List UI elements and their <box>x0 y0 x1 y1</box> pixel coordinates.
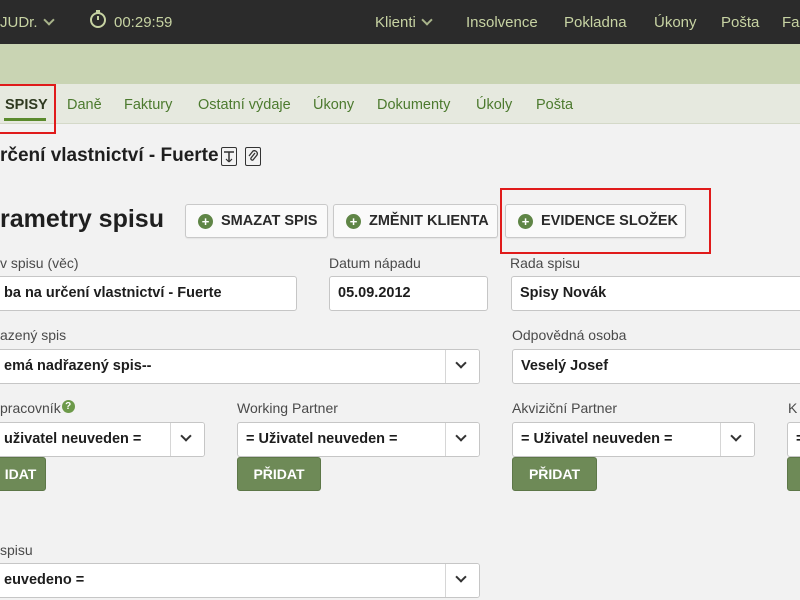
user-menu[interactable]: JUDr. <box>0 14 55 31</box>
nav-posta[interactable]: Pošta <box>721 14 759 31</box>
add-collaborator-button[interactable]: IDAT <box>0 457 46 491</box>
tab-bar: SPISY Daně Faktury Ostatní výdaje Úkony … <box>0 84 800 124</box>
dropdown-toggle[interactable] <box>720 423 754 456</box>
nav-klienti[interactable]: Klienti <box>375 14 433 31</box>
case-status-value: euvedeno = <box>4 572 85 588</box>
plus-icon: + <box>346 213 361 229</box>
add-acquisition-partner-button[interactable]: PŘIDAT <box>512 457 597 491</box>
change-client-button[interactable]: + ZMĚNIT KLIENTA <box>333 204 498 238</box>
responsible-person-input[interactable]: Veselý Josef <box>512 349 800 384</box>
change-client-label: ZMĚNIT KLIENTA <box>369 213 489 229</box>
tab-ukoly[interactable]: Úkoly <box>476 97 512 113</box>
dropdown-toggle[interactable] <box>445 564 479 597</box>
nav-klienti-label: Klienti <box>375 14 416 31</box>
delete-case-button[interactable]: + SMAZAT SPIS <box>185 204 328 238</box>
tab-faktury[interactable]: Faktury <box>124 97 172 113</box>
k-field-label: K <box>788 400 798 416</box>
dropdown-toggle[interactable] <box>445 423 479 456</box>
parent-case-label: azený spis <box>0 327 67 343</box>
tab-posta[interactable]: Pošta <box>536 97 573 113</box>
highlight-box-evidence <box>500 188 711 254</box>
sub-header-strip <box>0 44 800 84</box>
top-bar: JUDr. 00:29:59 Klienti Insolvence Poklad… <box>0 0 800 44</box>
nav-ukony[interactable]: Úkony <box>654 14 697 31</box>
acquisition-partner-select[interactable]: = Uživatel neuveden = <box>512 422 755 457</box>
chevron-down-icon <box>455 357 467 369</box>
chevron-down-icon <box>455 571 467 583</box>
parent-case-select[interactable]: emá nadřazený spis-- <box>0 349 480 384</box>
case-status-select[interactable]: euvedeno = <box>0 563 480 598</box>
section-title: rametry spisu <box>0 205 164 233</box>
chevron-down-icon <box>730 430 742 442</box>
dropdown-toggle[interactable] <box>170 423 204 456</box>
collaborator-select[interactable]: uživatel neuveden = <box>0 422 205 457</box>
k-field-select[interactable]: = <box>787 422 800 457</box>
timer-display: 00:29:59 <box>114 14 173 31</box>
dropdown-toggle[interactable] <box>445 350 479 383</box>
tab-dokumenty[interactable]: Dokumenty <box>377 97 450 113</box>
working-partner-value: = Uživatel neuveden = <box>246 431 398 447</box>
add-working-partner-button[interactable]: PŘIDAT <box>237 457 321 491</box>
delete-case-label: SMAZAT SPIS <box>221 213 318 229</box>
working-partner-label: Working Partner <box>237 400 338 416</box>
case-name-input[interactable]: ba na určení vlastnictví - Fuerte <box>0 276 297 311</box>
attachment-icon[interactable] <box>245 147 261 166</box>
nav-pokladna[interactable]: Pokladna <box>564 14 627 31</box>
tab-ostatni-vydaje[interactable]: Ostatní výdaje <box>198 97 291 113</box>
case-status-label: spisu <box>0 542 33 558</box>
tab-dane[interactable]: Daně <box>67 97 102 113</box>
nav-insolvence[interactable]: Insolvence <box>466 14 538 31</box>
user-name: JUDr. <box>0 14 38 31</box>
acquisition-partner-value: = Uživatel neuveden = <box>521 431 673 447</box>
nav-faktury[interactable]: Fa <box>782 14 800 31</box>
case-name-label: v spisu (věc) <box>0 255 79 271</box>
acquisition-partner-label: Akviziční Partner <box>512 400 618 416</box>
collaborator-label: pracovník? <box>0 400 75 417</box>
filing-date-label: Datum nápadu <box>329 255 421 271</box>
chevron-down-icon <box>421 14 433 26</box>
chevron-down-icon <box>42 14 55 26</box>
working-partner-select[interactable]: = Uživatel neuveden = <box>237 422 480 457</box>
case-series-input[interactable]: Spisy Novák <box>511 276 800 311</box>
add-k-button[interactable] <box>787 457 800 491</box>
collaborator-label-text: pracovník <box>0 400 61 416</box>
case-series-label: Rada spisu <box>510 255 581 271</box>
chevron-down-icon <box>180 430 192 442</box>
responsible-person-label: Odpovědná osoba <box>512 327 627 343</box>
parent-case-value: emá nadřazený spis-- <box>4 358 152 374</box>
plus-icon: + <box>198 213 213 229</box>
chevron-down-icon <box>455 430 467 442</box>
stopwatch-icon[interactable] <box>88 9 108 29</box>
highlight-box-spisy <box>0 84 56 134</box>
filing-date-input[interactable]: 05.09.2012 <box>329 276 488 311</box>
upload-document-icon[interactable] <box>221 147 237 166</box>
collaborator-value: uživatel neuveden = <box>4 431 142 447</box>
page-title: rčení vlastnictví - Fuerte <box>0 145 219 166</box>
help-icon[interactable]: ? <box>61 400 75 413</box>
tab-ukony[interactable]: Úkony <box>313 97 354 113</box>
